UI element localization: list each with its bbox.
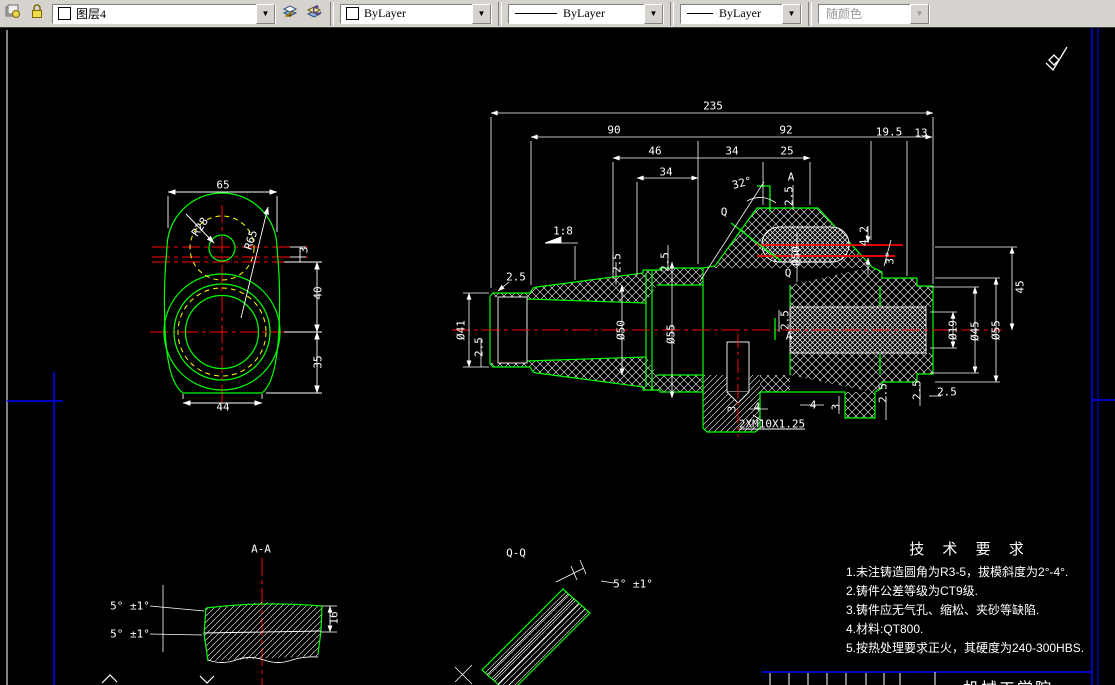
drawing-canvas[interactable] [0, 28, 1115, 685]
layer-color-swatch [58, 7, 71, 20]
toolbar-separator-1 [330, 1, 334, 26]
plotstyle-combo-arrow: ▼ [910, 3, 929, 24]
layer-combo-arrow[interactable]: ▼ [256, 3, 275, 24]
cad-window: 图层4 ▼ ByLayer ▼ ByLayer ▼ ByLayer ▼ 随颜色 … [0, 0, 1115, 685]
toolbar: 图层4 ▼ ByLayer ▼ ByLayer ▼ ByLayer ▼ 随颜色 … [0, 0, 1115, 28]
layer-combo-value: 图层4 [76, 7, 107, 21]
layer-previous-button[interactable] [304, 2, 326, 25]
make-object-layer-current-button[interactable] [280, 2, 302, 25]
toolbar-separator-3 [670, 1, 674, 26]
lineweight-combo[interactable]: ByLayer ▼ [680, 3, 802, 24]
layer-previous-icon [306, 3, 324, 24]
layer-combo[interactable]: 图层4 ▼ [52, 3, 276, 24]
plotstyle-combo-value: 随颜色 [826, 7, 863, 21]
color-combo-arrow[interactable]: ▼ [472, 3, 491, 24]
layers-arrow-icon [282, 3, 300, 24]
layer-properties-icon [5, 3, 21, 24]
lineweight-combo-value: ByLayer [719, 6, 761, 20]
padlock-icon [29, 3, 45, 24]
lineweight-glyph [687, 13, 713, 14]
layer-properties-button[interactable] [2, 2, 24, 25]
lineweight-combo-arrow[interactable]: ▼ [782, 3, 801, 24]
linetype-combo[interactable]: ByLayer ▼ [508, 3, 664, 24]
plotstyle-combo: 随颜色 ▼ [818, 3, 930, 24]
color-combo-value: ByLayer [364, 6, 406, 20]
linetype-combo-value: ByLayer [563, 6, 605, 20]
layer-lock-button[interactable] [26, 2, 48, 25]
linetype-glyph [515, 13, 557, 14]
color-swatch [346, 7, 359, 20]
color-combo[interactable]: ByLayer ▼ [340, 3, 492, 24]
linetype-combo-arrow[interactable]: ▼ [644, 3, 663, 24]
toolbar-separator-4 [808, 1, 812, 26]
toolbar-separator-2 [498, 1, 502, 26]
